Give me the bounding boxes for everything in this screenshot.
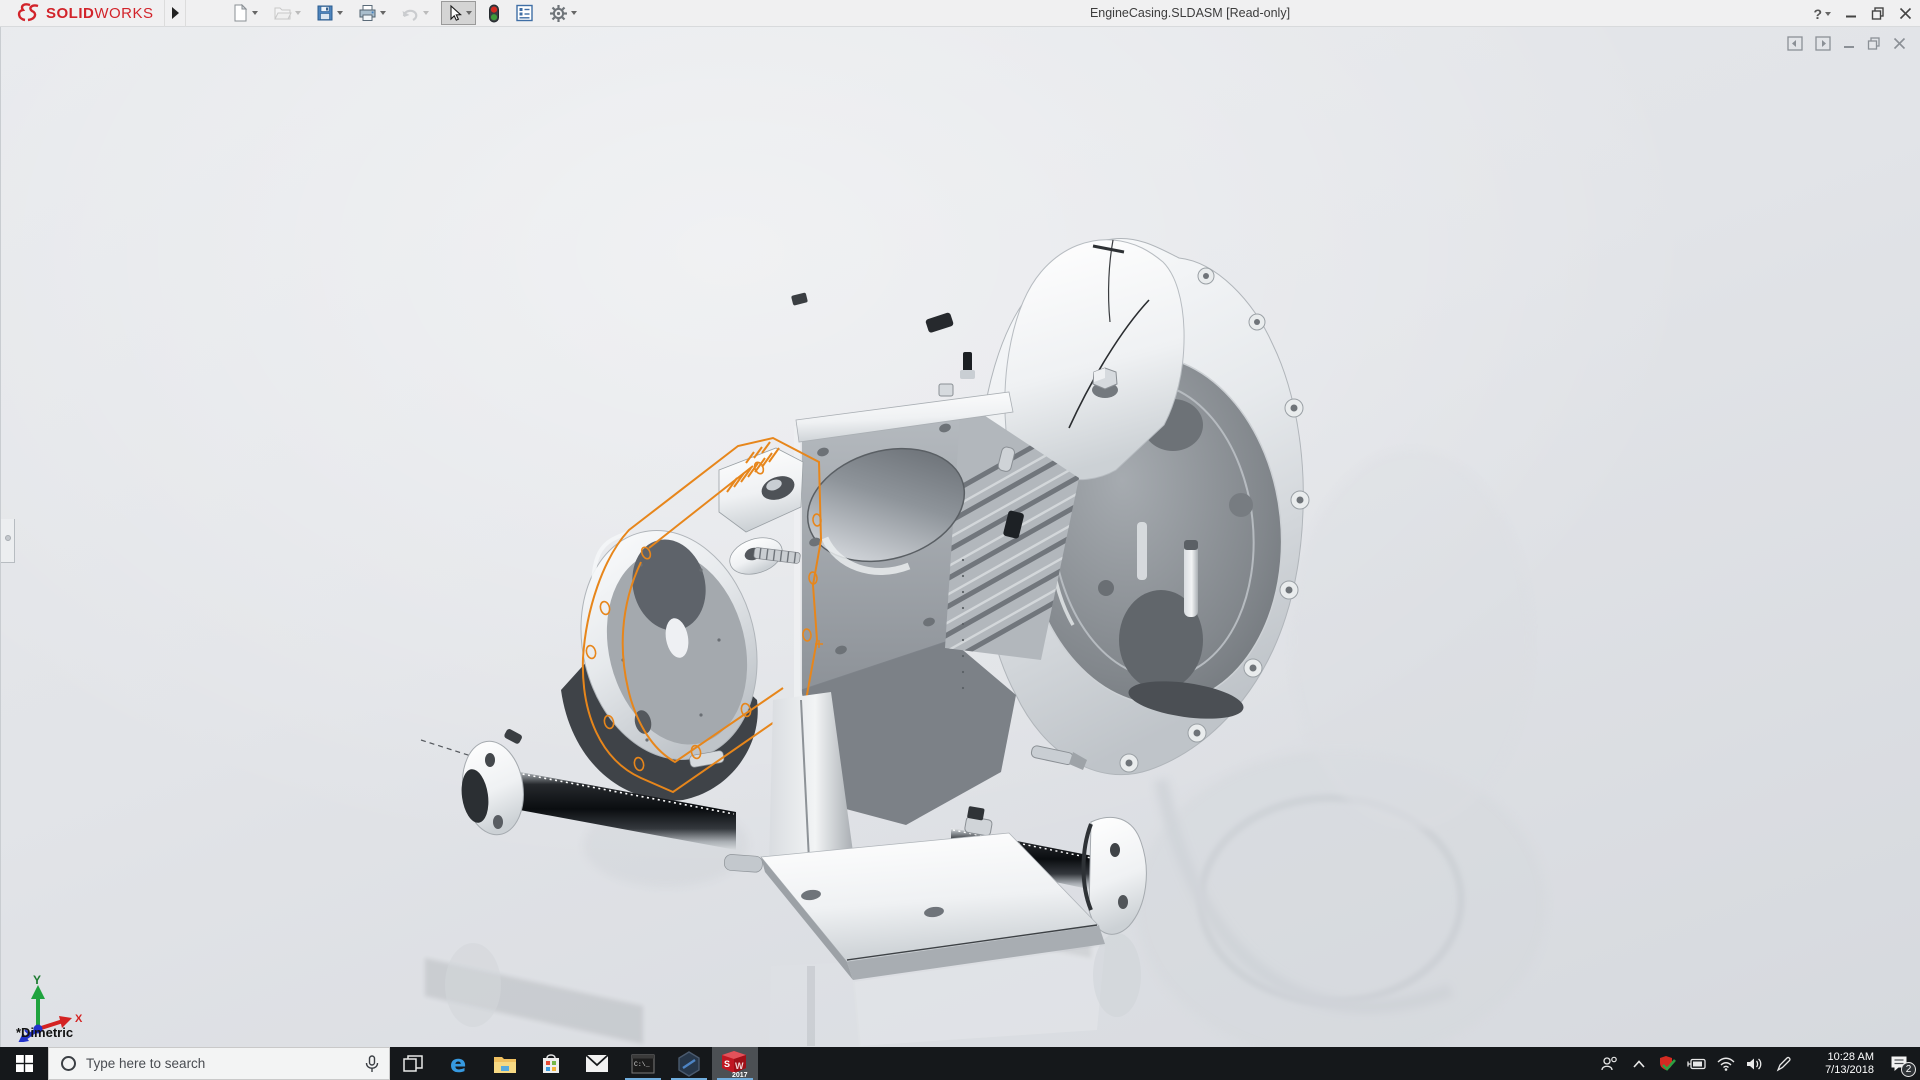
speaker-icon[interactable] <box>1740 1047 1769 1080</box>
edge-icon: e <box>447 1052 471 1076</box>
wifi-icon[interactable] <box>1711 1047 1740 1080</box>
graphics-viewport[interactable]: Y X *Dimetric <box>0 27 1920 1047</box>
people-icon[interactable] <box>1595 1047 1624 1080</box>
store-icon <box>540 1053 562 1075</box>
svg-text:W: W <box>735 1061 744 1071</box>
clock-time: 10:28 AM <box>1804 1051 1874 1064</box>
command-prompt-icon: C:\_ <box>631 1054 655 1074</box>
save-icon <box>316 4 334 22</box>
taskbar-hexagon-app[interactable] <box>666 1047 712 1080</box>
taskbar-command-prompt[interactable]: C:\_ <box>620 1047 666 1080</box>
hex-bolt <box>1092 368 1118 398</box>
windows-logo-icon <box>16 1055 33 1072</box>
display-settings-button[interactable] <box>512 2 537 24</box>
minimize-button[interactable] <box>1845 8 1857 20</box>
solidworks-app-icon: S W 2017 <box>720 1050 750 1078</box>
print-button[interactable] <box>355 2 389 24</box>
open-folder-icon <box>273 4 292 22</box>
search-input[interactable] <box>86 1056 355 1071</box>
doc-close-button[interactable] <box>1893 37 1906 50</box>
taskbar-clock[interactable]: 10:28 AM 7/13/2018 <box>1804 1051 1878 1077</box>
antivirus-shield-icon[interactable] <box>1653 1047 1682 1080</box>
restore-button[interactable] <box>1871 7 1885 20</box>
svg-text:e: e <box>450 1052 466 1076</box>
solidworks-logo: SOLIDWORKS <box>0 0 154 27</box>
brand-text: SOLIDWORKS <box>46 5 154 22</box>
select-cursor-icon <box>445 4 463 22</box>
action-center-button[interactable]: 2 <box>1878 1047 1920 1080</box>
file-explorer-icon <box>493 1054 517 1074</box>
taskbar-store[interactable] <box>528 1047 574 1080</box>
microphone-icon[interactable] <box>365 1055 379 1073</box>
clock-date: 7/13/2018 <box>1804 1064 1874 1077</box>
document-title: EngineCasing.SLDASM [Read-only] <box>1090 6 1290 20</box>
titlebar: SOLIDWORKS <box>0 0 1920 27</box>
view-orientation-label: *Dimetric <box>16 1025 73 1040</box>
undo-button[interactable] <box>398 3 432 24</box>
system-tray: 10:28 AM 7/13/2018 2 <box>1595 1047 1920 1080</box>
triad-y-label: Y <box>33 973 41 987</box>
save-button[interactable] <box>313 2 346 24</box>
svg-text:C:\_: C:\_ <box>634 1061 650 1068</box>
cortana-icon <box>61 1056 76 1071</box>
svg-text:2017: 2017 <box>732 1072 748 1078</box>
svg-text:S: S <box>724 1059 730 1069</box>
taskbar-solidworks[interactable]: S W 2017 <box>712 1047 758 1080</box>
hexagon-app-icon <box>677 1051 701 1077</box>
model-3d-view[interactable] <box>1 27 1920 1047</box>
select-tool-button[interactable] <box>441 1 476 25</box>
new-document-icon <box>231 4 249 22</box>
side-cover-assembly <box>557 448 803 801</box>
new-document-button[interactable] <box>228 2 261 24</box>
triad-x-label: X <box>75 1013 83 1025</box>
print-icon <box>358 4 377 22</box>
tray-expand-chevron-icon[interactable] <box>1624 1047 1653 1080</box>
close-button[interactable] <box>1899 7 1912 20</box>
display-list-icon <box>515 4 534 22</box>
power-battery-icon[interactable] <box>1682 1047 1711 1080</box>
doc-minimize-button[interactable] <box>1843 38 1855 50</box>
window-controls: ? <box>1813 0 1912 27</box>
traffic-light-icon <box>488 4 500 23</box>
options-button[interactable] <box>546 2 580 25</box>
start-button[interactable] <box>0 1047 48 1080</box>
solidworks-logo-icon <box>16 2 42 24</box>
pane-left-button[interactable] <box>1787 36 1803 51</box>
task-view-icon <box>403 1055 423 1073</box>
undo-icon <box>401 5 420 22</box>
task-view-button[interactable] <box>390 1047 436 1080</box>
feature-panel-tab[interactable] <box>1 519 15 563</box>
doc-restore-button[interactable] <box>1867 37 1881 50</box>
notification-badge: 2 <box>1901 1062 1916 1077</box>
desktop: SOLIDWORKS <box>0 0 1920 1080</box>
taskbar: e <box>0 1047 1920 1080</box>
help-button[interactable]: ? <box>1813 6 1831 22</box>
pane-right-button[interactable] <box>1815 36 1831 51</box>
panel-tab-knob <box>5 535 11 541</box>
document-window-controls <box>1787 36 1906 51</box>
mail-icon <box>585 1054 609 1073</box>
taskbar-file-explorer[interactable] <box>482 1047 528 1080</box>
taskbar-mail[interactable] <box>574 1047 620 1080</box>
taskbar-edge[interactable]: e <box>436 1047 482 1080</box>
taskbar-search[interactable] <box>48 1047 390 1080</box>
gear-icon <box>549 4 568 23</box>
toolbar-flyout-arrow[interactable] <box>164 0 186 27</box>
pen-icon[interactable] <box>1769 1047 1798 1080</box>
open-button[interactable] <box>270 2 304 24</box>
interference-detection-button[interactable] <box>485 2 503 25</box>
quick-access-toolbar <box>228 1 580 25</box>
